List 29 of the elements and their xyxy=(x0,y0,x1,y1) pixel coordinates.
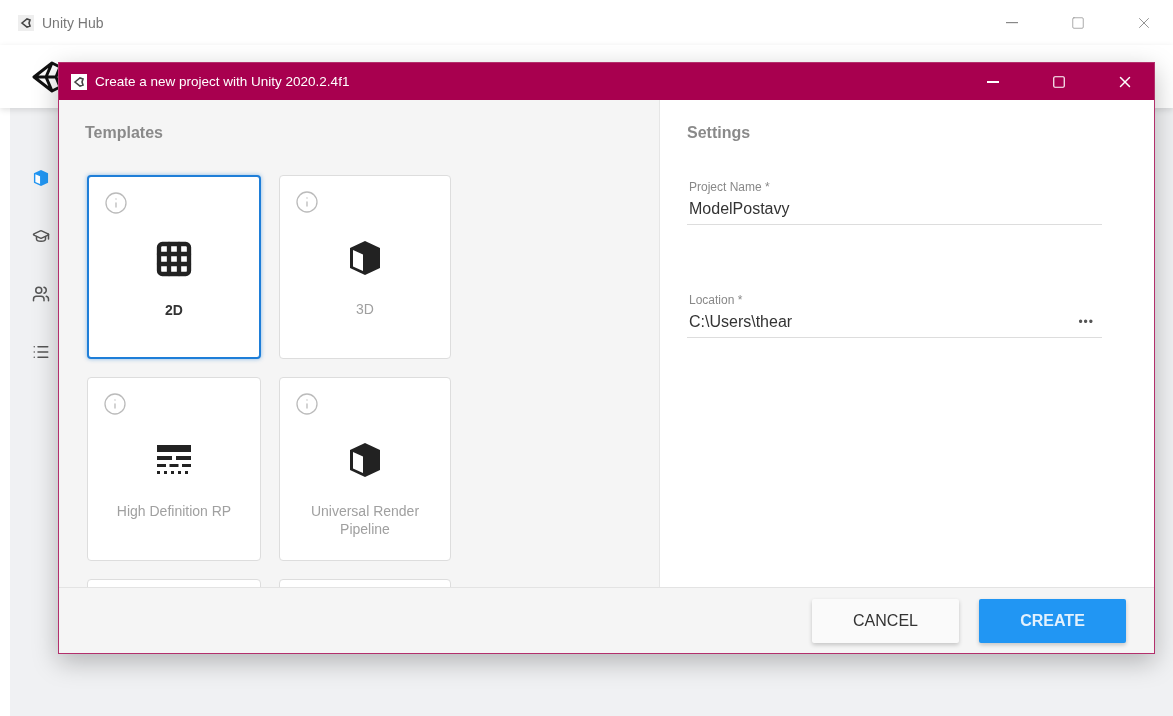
minimize-icon xyxy=(987,80,999,83)
template-label: 2D xyxy=(164,301,184,319)
templates-heading: Templates xyxy=(85,124,164,142)
settings-heading: Settings xyxy=(687,124,752,142)
browse-button[interactable]: ••• xyxy=(1078,315,1102,329)
info-icon[interactable] xyxy=(295,190,319,214)
window-title: Unity Hub xyxy=(42,14,105,31)
cube-icon xyxy=(348,239,382,277)
app-icon xyxy=(71,73,87,90)
layers-icon xyxy=(157,445,191,475)
cancel-button[interactable]: CANCEL xyxy=(812,598,959,643)
input-field[interactable]: ModelPostavy xyxy=(687,200,1102,218)
info-icon[interactable] xyxy=(104,191,128,215)
field-label: Location * xyxy=(689,293,744,307)
info-icon[interactable] xyxy=(103,392,127,416)
maximize-icon xyxy=(1052,74,1066,89)
input-field[interactable]: C:\Users\thear xyxy=(687,313,1079,331)
template-card[interactable]: 2D xyxy=(87,175,261,359)
maximize-icon xyxy=(1071,15,1085,30)
template-label: 3D xyxy=(355,300,375,318)
minimize-icon xyxy=(1006,21,1018,24)
info-icon[interactable] xyxy=(295,392,319,416)
template-label: Universal Render Pipeline xyxy=(309,502,421,538)
grid-icon xyxy=(154,239,194,279)
cube-icon xyxy=(348,441,382,479)
field-label: Project Name * xyxy=(689,180,771,194)
app-icon xyxy=(18,14,34,31)
dialog-title: Create a new project with Unity 2020.2.4f1 xyxy=(95,74,351,89)
template-label: High Definition RP xyxy=(115,502,233,520)
